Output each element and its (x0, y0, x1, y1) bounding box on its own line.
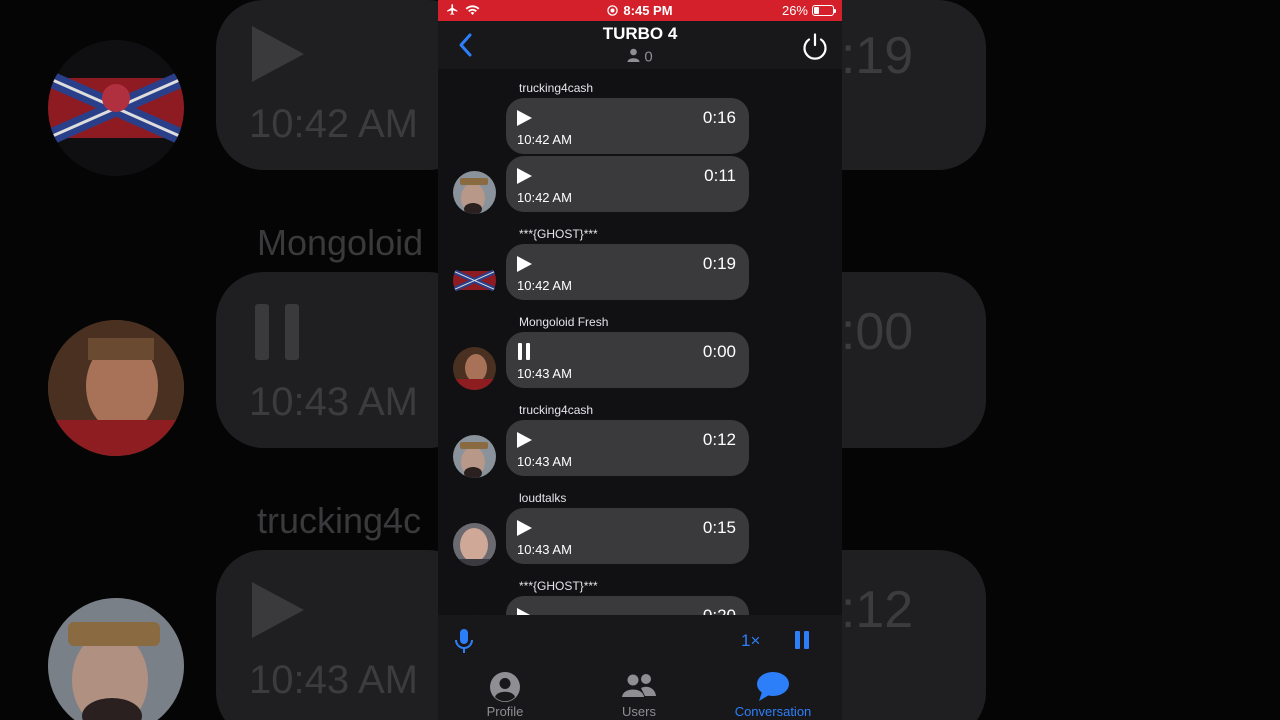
playback-speed-button[interactable]: 1× (741, 631, 760, 651)
avatar[interactable] (453, 523, 496, 566)
microphone-icon (455, 629, 473, 653)
message-duration: 0:15 (702, 518, 736, 537)
message-time: 10:43 AM (517, 542, 572, 557)
background-time-2: 10:43 AM (249, 380, 419, 424)
tab-profile-label: Profile (486, 704, 524, 719)
sender-name: trucking4cash (519, 81, 594, 95)
avatar[interactable] (453, 347, 496, 390)
message-duration: 0:11 (704, 166, 736, 185)
voice-message[interactable]: 0:12 10:43 AM (506, 420, 749, 476)
channel-title: TURBO 4 (602, 24, 678, 43)
background-avatar-bandana (48, 598, 184, 720)
play-icon[interactable] (517, 110, 532, 126)
power-icon (803, 33, 827, 60)
tab-users-label: Users (622, 704, 656, 719)
message-time: 10:42 AM (517, 132, 572, 147)
avatar[interactable] (453, 259, 496, 302)
avatar[interactable] (453, 171, 496, 214)
message-duration: 0:19 (702, 254, 736, 273)
voice-message[interactable]: 0:16 10:42 AM (506, 98, 749, 154)
phone-screen: 8:45 PM 26% TURBO 4 0 trucking4cash 0:16… (438, 0, 842, 720)
message-time: 10:42 AM (517, 278, 572, 293)
nav-bar: TURBO 4 0 (438, 21, 842, 69)
message-duration: 0:20 (703, 606, 736, 615)
avatar[interactable] (453, 435, 496, 478)
message-list[interactable]: trucking4cash 0:16 10:42 AM 0:11 10:42 A… (438, 69, 842, 615)
user-count-value: 0 (644, 48, 653, 66)
user-count: 0 (438, 48, 842, 66)
location-icon (607, 4, 619, 19)
background-name-2: trucking4c (257, 500, 422, 541)
voice-message[interactable]: 0:00 10:43 AM (506, 332, 749, 388)
play-icon[interactable] (517, 432, 532, 448)
message-duration: 0:16 (702, 108, 736, 127)
background-play-icon (252, 582, 304, 638)
message-time: 10:43 AM (517, 366, 572, 381)
voice-message[interactable]: 0:20 (506, 596, 749, 615)
person-icon (627, 48, 640, 66)
profile-icon (489, 671, 521, 708)
sender-name: ***{GHOST}*** (519, 227, 598, 241)
status-time: 8:45 PM (623, 3, 673, 18)
background-right-panel: 0:19 0:00 0:12 (842, 0, 1280, 720)
conversation-icon (756, 671, 790, 708)
background-avatar-man (48, 320, 184, 456)
sender-name: ***{GHOST}*** (519, 579, 598, 593)
play-icon[interactable] (517, 256, 532, 272)
play-icon[interactable] (517, 608, 532, 615)
battery-percent: 26% (781, 3, 808, 18)
message-duration: 0:00 (702, 342, 736, 361)
sender-name: loudtalks (519, 491, 567, 505)
message-time: 10:42 AM (517, 190, 572, 205)
play-icon[interactable] (517, 520, 532, 536)
tab-conversation-label: Conversation (734, 704, 812, 719)
battery-fill (814, 7, 819, 14)
background-duration-1: 0:19 (842, 27, 914, 85)
status-bar: 8:45 PM 26% (438, 0, 842, 21)
background-pause-icon (255, 304, 299, 360)
background-time-3: 10:43 AM (249, 658, 419, 702)
play-icon[interactable] (517, 168, 532, 184)
message-duration: 0:12 (702, 430, 736, 449)
power-button[interactable] (800, 31, 830, 61)
users-icon (621, 671, 657, 706)
tab-bar: Profile Users Conversation (438, 666, 842, 720)
voice-message[interactable]: 0:15 10:43 AM (506, 508, 749, 564)
background-duration-3: 0:12 (842, 581, 914, 639)
tab-users[interactable]: Users (572, 666, 706, 720)
tab-profile[interactable]: Profile (438, 666, 572, 720)
voice-message[interactable]: 0:19 10:42 AM (506, 244, 749, 300)
pause-icon[interactable] (517, 343, 531, 360)
sender-name: Mongoloid Fresh (519, 315, 609, 329)
battery-icon (812, 5, 836, 16)
background-name-1: Mongoloid (257, 222, 424, 263)
background-duration-2: 0:00 (842, 303, 914, 361)
background-left-panel: 10:42 AM Mongoloid 10:43 AM trucking4c 1… (0, 0, 438, 720)
background-time-1: 10:42 AM (249, 102, 419, 146)
message-time: 10:43 AM (517, 454, 572, 469)
pause-playback-button[interactable] (794, 631, 810, 649)
playback-controls: 1× (438, 615, 842, 666)
voice-message[interactable]: 0:11 10:42 AM (506, 156, 749, 212)
tab-conversation[interactable]: Conversation (706, 666, 840, 720)
microphone-button[interactable] (454, 628, 474, 654)
background-avatar-flag (48, 40, 184, 176)
sender-name: trucking4cash (519, 403, 594, 417)
background-play-icon (252, 26, 304, 82)
